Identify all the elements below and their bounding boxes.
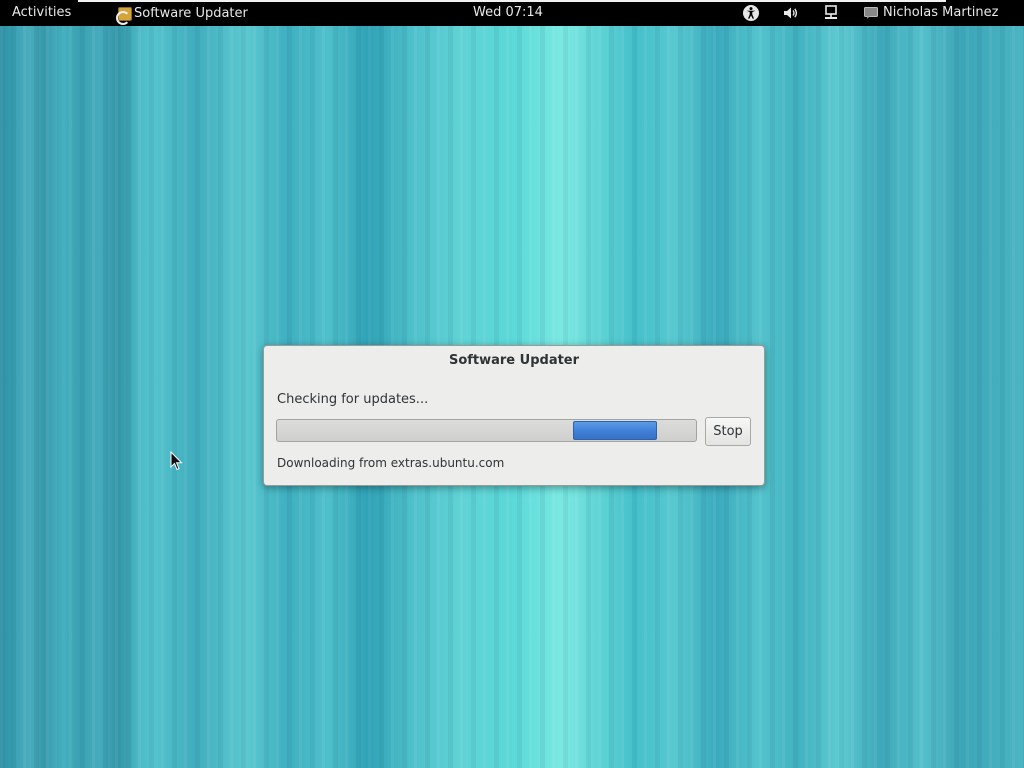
- progress-pulse: [573, 421, 657, 440]
- top-panel: Activities Software Updater Wed 07:14 Ni…: [0, 0, 1024, 26]
- progress-bar: [276, 419, 697, 442]
- volume-icon[interactable]: [782, 4, 800, 22]
- user-menu[interactable]: Nicholas Martinez: [864, 5, 998, 21]
- network-icon[interactable]: [822, 4, 840, 22]
- software-updater-icon: [116, 5, 132, 25]
- app-menu[interactable]: Software Updater: [116, 5, 248, 25]
- status-text: Checking for updates...: [277, 392, 429, 407]
- chat-status-icon: [864, 7, 878, 19]
- clock[interactable]: Wed 07:14: [473, 5, 543, 21]
- user-name: Nicholas Martinez: [883, 5, 999, 20]
- activities-button[interactable]: Activities: [12, 5, 71, 21]
- panel-highlight-line: [78, 0, 946, 2]
- app-menu-label: Software Updater: [134, 6, 248, 21]
- stop-button[interactable]: Stop: [705, 417, 751, 446]
- software-updater-dialog: Software Updater Checking for updates...…: [263, 345, 765, 486]
- dialog-title: Software Updater: [448, 353, 580, 368]
- accessibility-icon[interactable]: [742, 4, 760, 22]
- mouse-pointer-icon: [170, 451, 183, 471]
- download-detail-text: Downloading from extras.ubuntu.com: [277, 456, 505, 470]
